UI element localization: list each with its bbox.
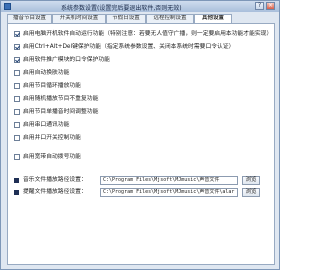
option-label: 启用软件推广模块的口令保护功能 bbox=[23, 57, 110, 63]
music-path-input[interactable]: C:\Program Files\Mjsoft\MJmusic\声音文件 bbox=[100, 176, 238, 185]
alert-path-input[interactable]: C:\Program Files\Mjsoft\MJmusic\声音文件\ala… bbox=[100, 188, 238, 197]
tab-holiday[interactable]: 节假日设置 bbox=[106, 14, 146, 23]
title-bar[interactable]: 系统参数设置(设置完后要退出软件,否则无效) ? × bbox=[1, 1, 279, 12]
checkbox[interactable] bbox=[14, 135, 20, 141]
help-button[interactable]: ? bbox=[255, 2, 264, 10]
tab-power-schedule[interactable]: 开关机时间设置 bbox=[52, 14, 106, 23]
option-label: 启用随机播放节目不重复功能 bbox=[23, 96, 99, 102]
checkbox[interactable] bbox=[14, 96, 20, 102]
option-label: 启用Ctrl+Alt+Del键保护功能（指定系统参数设置、关闭本系统时需要口令认… bbox=[23, 44, 235, 50]
window-title: 系统参数设置(设置完后要退出软件,否则无效) bbox=[61, 5, 182, 12]
checkbox[interactable] bbox=[14, 31, 20, 37]
close-button[interactable]: × bbox=[266, 2, 275, 10]
checkbox[interactable] bbox=[14, 122, 20, 128]
bullet-icon bbox=[14, 190, 19, 195]
option-label: 启用自动换肤功能 bbox=[23, 70, 70, 76]
checkbox[interactable] bbox=[14, 70, 20, 76]
app-icon bbox=[4, 3, 11, 10]
alert-path-label: 提醒文件播放路径设置： bbox=[23, 189, 87, 195]
checkbox[interactable] bbox=[14, 109, 20, 115]
tab-remote-control[interactable]: 远程控制设置 bbox=[146, 14, 194, 23]
option-label: 启用节目循环播放功能 bbox=[23, 83, 81, 89]
checkbox[interactable] bbox=[14, 44, 20, 50]
checkbox[interactable] bbox=[14, 57, 20, 63]
checkbox[interactable] bbox=[14, 154, 20, 160]
alert-browse-button[interactable]: 浏览 bbox=[242, 188, 260, 197]
bullet-icon bbox=[14, 178, 19, 183]
option-label: 启用宽带自动拨号功能 bbox=[23, 154, 81, 160]
settings-panel: 启用电脑开机软件自动运行功能（特别注意：若要无人值守广播，则一定要启用本功能才能… bbox=[7, 23, 275, 265]
settings-window: 系统参数设置(设置完后要退出软件,否则无效) ? × 播音节目设置 开关机时间设… bbox=[0, 0, 280, 270]
checkbox[interactable] bbox=[14, 83, 20, 89]
option-label: 启用串口通讯功能 bbox=[23, 122, 70, 128]
option-label: 启用并口开关控制功能 bbox=[23, 135, 81, 141]
music-path-label: 音乐文件播放路径设置： bbox=[23, 177, 87, 183]
option-label: 启用节目单播音时间调整功能 bbox=[23, 109, 99, 115]
music-browse-button[interactable]: 浏览 bbox=[242, 176, 260, 185]
tab-broadcast-program[interactable]: 播音节目设置 bbox=[7, 14, 52, 23]
option-label: 启用电脑开机软件自动运行功能（特别注意：若要无人值守广播，则一定要启用本功能才能… bbox=[23, 31, 273, 37]
